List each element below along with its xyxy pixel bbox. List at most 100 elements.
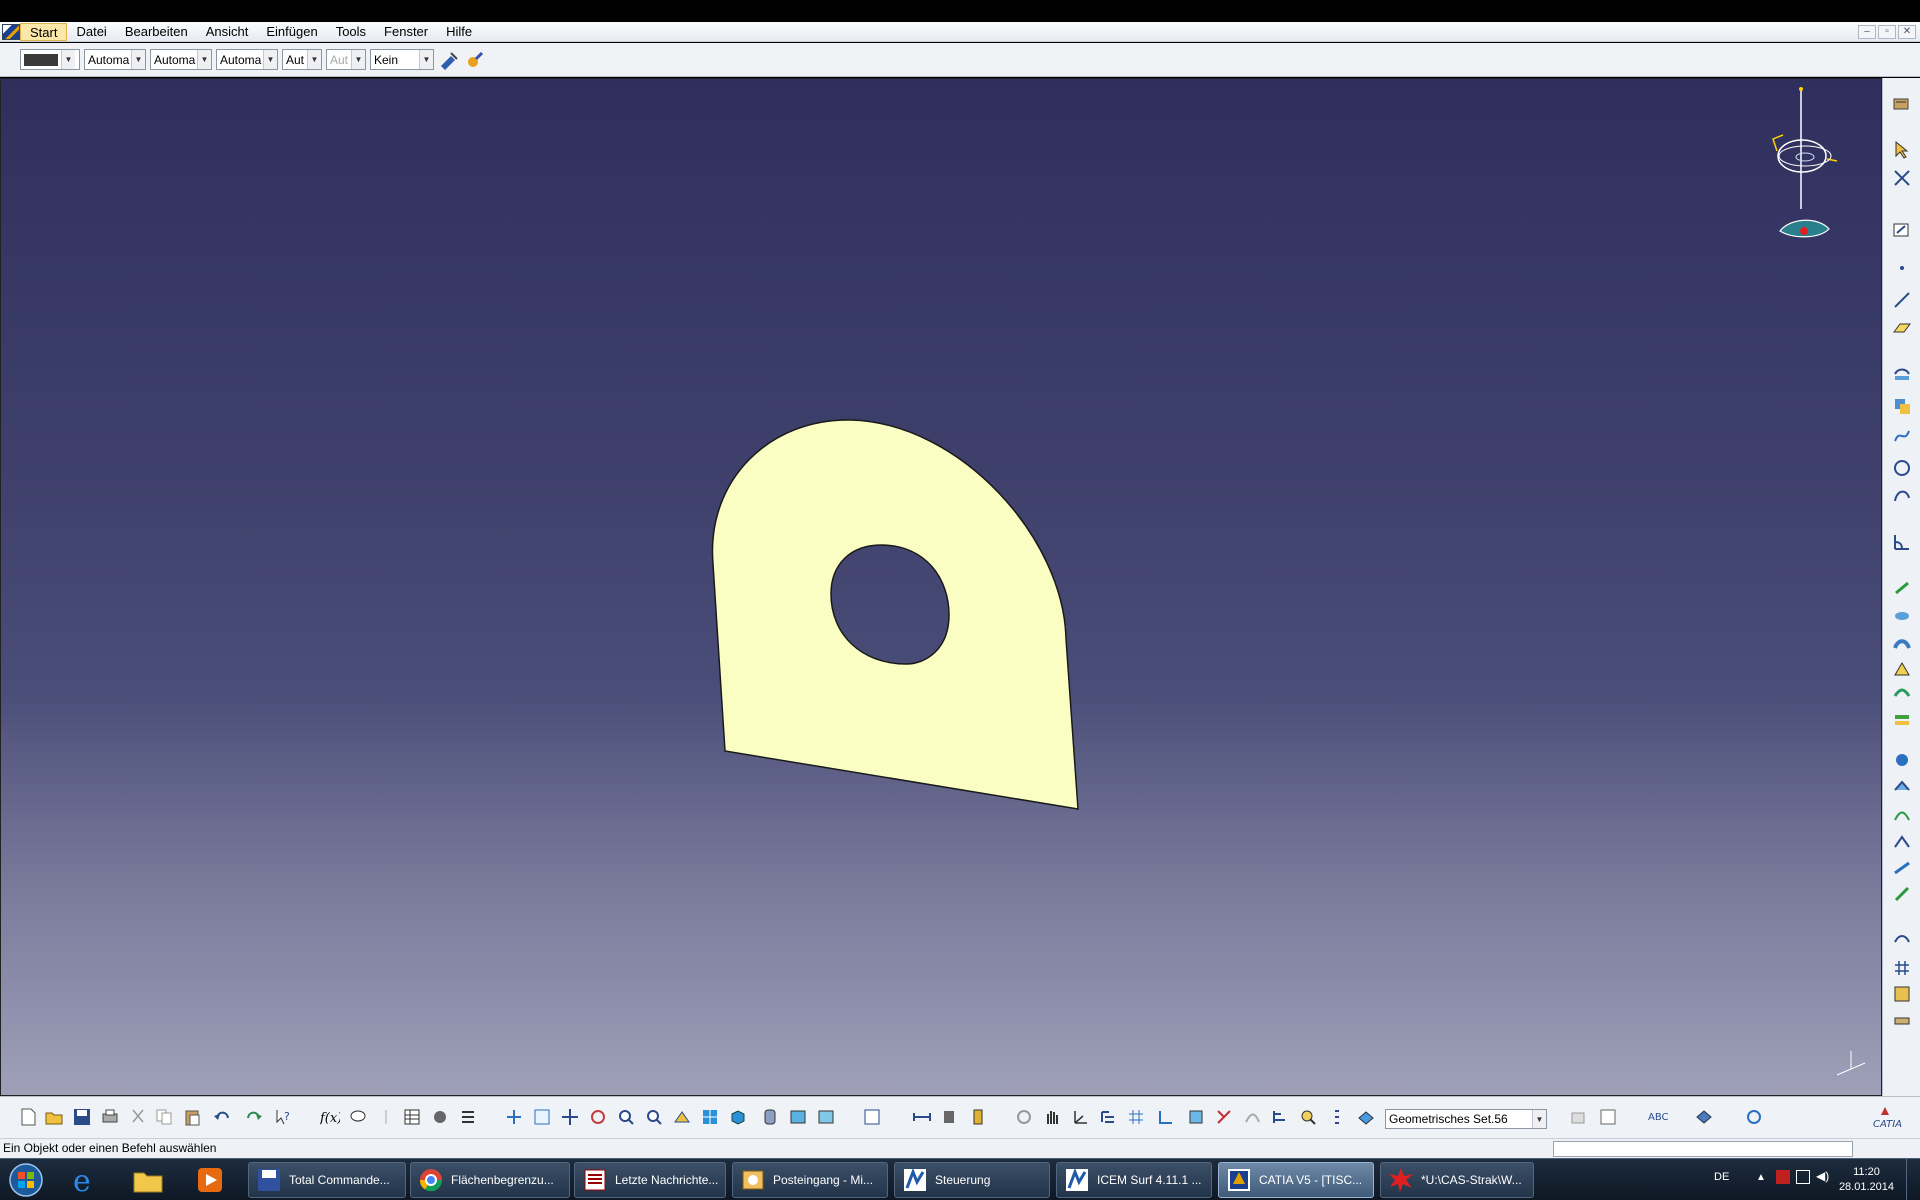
trim-icon[interactable] [1214, 1107, 1234, 1127]
spline-icon[interactable] [1892, 486, 1912, 506]
save-icon[interactable] [72, 1107, 92, 1127]
analysis-icon[interactable] [1892, 984, 1912, 1004]
linetype-dropdown[interactable]: Automa ▼ [84, 49, 146, 70]
paste-icon[interactable] [182, 1107, 202, 1127]
taskbar-button-cas-strak[interactable]: *U:\CAS-Strak\W... [1380, 1162, 1534, 1198]
undo-icon[interactable] [212, 1107, 232, 1127]
properties-icon[interactable] [458, 1107, 478, 1127]
geometric-set-icon[interactable] [1356, 1107, 1376, 1127]
internet-explorer-icon[interactable]: e [66, 1163, 106, 1197]
fly-mode-icon[interactable] [504, 1107, 524, 1127]
menu-einfuegen[interactable]: Einfügen [257, 23, 326, 41]
measure-between-icon[interactable] [912, 1107, 932, 1127]
fit-all-icon[interactable] [532, 1107, 552, 1127]
open-icon[interactable] [44, 1107, 64, 1127]
split-icon[interactable] [1892, 778, 1912, 798]
pan-icon[interactable] [560, 1107, 580, 1127]
taskbar-button-outlook[interactable]: Posteingang - Mi... [732, 1162, 888, 1198]
print-icon[interactable] [100, 1107, 120, 1127]
curve-icon[interactable] [1892, 426, 1912, 446]
knowledge-icon[interactable] [376, 1107, 396, 1127]
iso-view-icon[interactable] [728, 1107, 748, 1127]
taskbar-button-steuerung[interactable]: Steuerung [894, 1162, 1050, 1198]
measure-item-icon[interactable] [940, 1107, 960, 1127]
rendering-dropdown[interactable]: Automa ▼ [216, 49, 278, 70]
intersection-icon[interactable] [1892, 396, 1912, 416]
search-icon[interactable] [1298, 1107, 1318, 1127]
menu-fenster[interactable]: Fenster [375, 23, 437, 41]
mass-icon[interactable] [968, 1107, 988, 1127]
menu-start[interactable]: Start [20, 22, 68, 41]
media-player-icon[interactable] [190, 1163, 230, 1197]
redo-icon[interactable] [244, 1107, 264, 1127]
menu-ansicht[interactable]: Ansicht [197, 23, 258, 41]
menu-hilfe[interactable]: Hilfe [437, 23, 481, 41]
project-icon[interactable] [1892, 364, 1912, 384]
apply-material-icon[interactable] [1694, 1107, 1714, 1127]
formula-icon[interactable]: f(x) [320, 1107, 340, 1127]
comment-icon[interactable] [348, 1107, 368, 1127]
copy-format-icon[interactable] [438, 49, 460, 71]
zoom-in-icon[interactable] [616, 1107, 636, 1127]
grid-icon[interactable] [1892, 958, 1912, 978]
sweep-icon[interactable] [1892, 634, 1912, 654]
part-geometry[interactable] [1, 79, 1882, 1096]
capture-icon[interactable] [862, 1107, 882, 1127]
list-icon[interactable] [1326, 1107, 1346, 1127]
menu-tools[interactable]: Tools [327, 23, 375, 41]
table-icon[interactable] [402, 1107, 422, 1127]
translate-icon[interactable] [1892, 858, 1912, 878]
explorer-icon[interactable] [128, 1163, 168, 1197]
line-icon[interactable] [1892, 290, 1912, 310]
geometric-set-dropdown[interactable]: Geometrisches Set.56 ▼ [1385, 1109, 1547, 1129]
macro-icon[interactable] [430, 1107, 450, 1127]
circle-icon[interactable] [1892, 458, 1912, 478]
filter-dropdown[interactable]: Kein ▼ [370, 49, 434, 70]
layer-dropdown[interactable]: Aut ▼ [282, 49, 322, 70]
insert-geo-set-icon[interactable] [1568, 1107, 1588, 1127]
restore-button[interactable]: ▫ [1878, 25, 1896, 39]
scan-icon[interactable] [1892, 168, 1912, 188]
axis-system-icon[interactable] [1070, 1107, 1090, 1127]
workbench-icon[interactable] [1892, 94, 1912, 114]
minimize-button[interactable]: – [1858, 25, 1876, 39]
close-button[interactable]: ✕ [1898, 25, 1916, 39]
taskbar-button-icem-surf[interactable]: ICEM Surf 4.11.1 ... [1056, 1162, 1212, 1198]
network-icon[interactable] [1796, 1170, 1810, 1184]
sketch-icon[interactable] [1892, 220, 1912, 240]
extrude-icon[interactable] [1892, 578, 1912, 598]
shading-icon[interactable] [760, 1107, 780, 1127]
swap-space-icon[interactable] [816, 1107, 836, 1127]
measure-icon[interactable] [1892, 1010, 1912, 1030]
plane-icon[interactable] [1892, 318, 1912, 338]
point-icon[interactable] [1892, 258, 1912, 278]
zoom-out-icon[interactable] [644, 1107, 664, 1127]
command-input[interactable] [1553, 1141, 1853, 1157]
corner-icon[interactable] [1892, 532, 1912, 552]
catalog-icon[interactable] [1744, 1107, 1764, 1127]
compass-icon[interactable] [1772, 87, 1838, 238]
reframe-icon[interactable] [1186, 1107, 1206, 1127]
fillet-icon[interactable] [1892, 832, 1912, 852]
menu-datei[interactable]: Datei [67, 23, 115, 41]
hybrid-body-icon[interactable] [1598, 1107, 1618, 1127]
extrapolate-icon[interactable] [1892, 806, 1912, 826]
law-icon[interactable] [1892, 930, 1912, 950]
update-icon[interactable] [1014, 1107, 1034, 1127]
work-grid-icon[interactable] [1126, 1107, 1146, 1127]
fill-icon[interactable] [1892, 660, 1912, 680]
language-indicator[interactable]: DE [1714, 1171, 1729, 1183]
abc-text-icon[interactable]: ABC [1648, 1107, 1668, 1127]
loft-icon[interactable] [1892, 684, 1912, 704]
rotate-icon[interactable] [588, 1107, 608, 1127]
new-icon[interactable] [18, 1107, 38, 1127]
select-icon[interactable] [1892, 140, 1912, 160]
whats-this-icon[interactable]: ? [274, 1107, 294, 1127]
scale-icon[interactable] [1156, 1107, 1176, 1127]
show-hidden-icons-icon[interactable]: ▲ [1756, 1172, 1766, 1183]
taskbar-button-total-commander[interactable]: Total Commande... [248, 1162, 406, 1198]
blend-icon[interactable] [1892, 710, 1912, 730]
painter-icon[interactable] [464, 49, 486, 71]
start-orb-icon[interactable] [4, 1163, 48, 1197]
join-icon[interactable] [1892, 750, 1912, 770]
